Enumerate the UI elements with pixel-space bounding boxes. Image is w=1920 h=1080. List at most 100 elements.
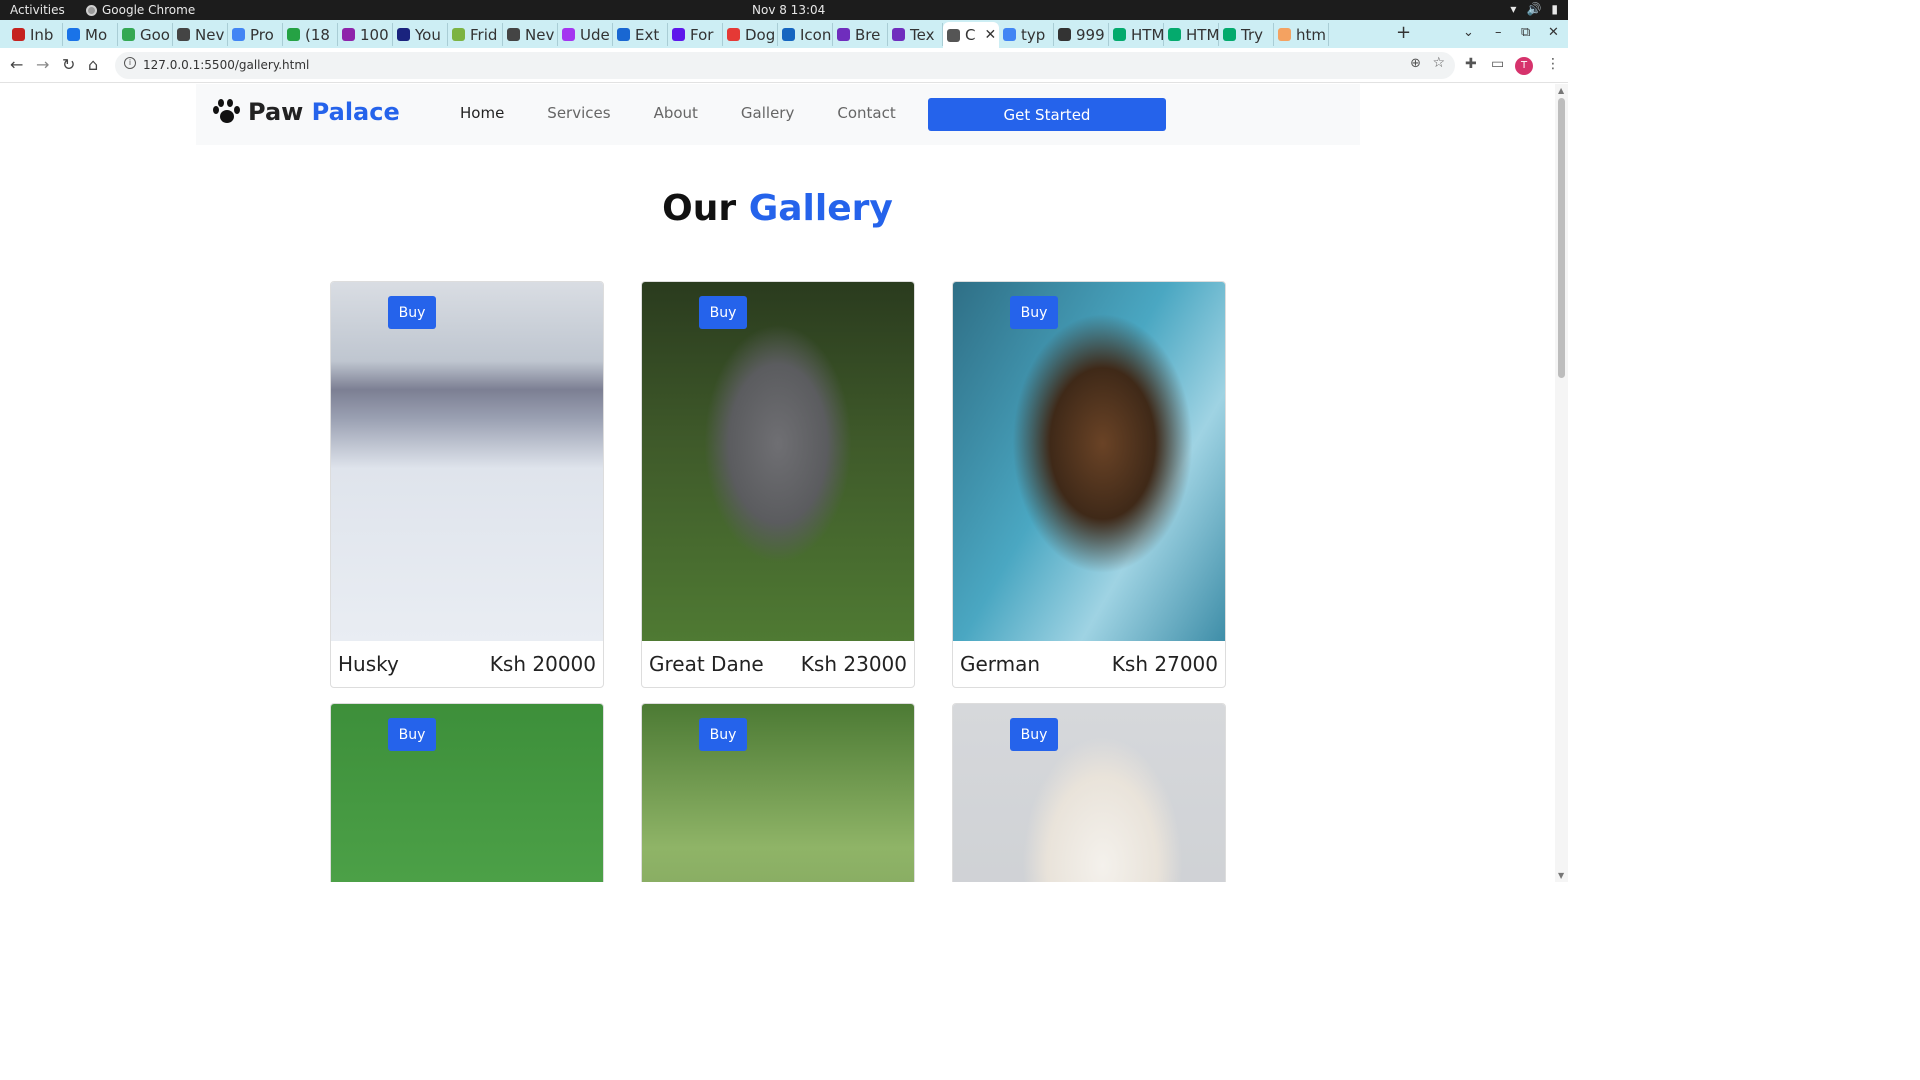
tab-favicon-icon: [782, 28, 795, 41]
chrome-icon: [86, 4, 97, 16]
browser-tab[interactable]: typ: [999, 23, 1054, 46]
browser-tab[interactable]: Dog: [723, 23, 778, 46]
tab-title: Nev: [195, 25, 225, 44]
browser-tab[interactable]: Bre: [833, 23, 888, 46]
nav-link-about[interactable]: About: [654, 104, 698, 122]
browser-tab[interactable]: Nev: [503, 23, 558, 46]
site-info-icon[interactable]: i: [124, 57, 136, 69]
back-icon[interactable]: ←: [10, 55, 23, 74]
brand-logo[interactable]: Paw Palace: [213, 98, 400, 126]
tab-favicon-icon: [397, 28, 410, 41]
profile-avatar[interactable]: T: [1515, 57, 1533, 75]
scroll-down-icon[interactable]: ▼: [1558, 871, 1564, 880]
tab-favicon-icon: [12, 28, 25, 41]
page-scrollbar[interactable]: ▲ ▼: [1555, 84, 1568, 882]
husky-photo-2: [642, 704, 914, 882]
os-top-bar: Activities Google Chrome Nov 8 13:04 ▾ 🔊…: [0, 0, 1568, 20]
tab-favicon-icon: [727, 28, 740, 41]
zoom-icon[interactable]: ⊕: [1410, 56, 1421, 71]
activities-button[interactable]: Activities: [10, 3, 65, 17]
tab-title: 100: [360, 25, 389, 44]
close-window-button[interactable]: ✕: [1548, 25, 1559, 40]
tab-title: Ude: [580, 25, 610, 44]
browser-tab[interactable]: Ude: [558, 23, 613, 46]
reload-icon[interactable]: ↻: [62, 55, 75, 74]
browser-tab[interactable]: Nev: [173, 23, 228, 46]
browser-tab[interactable]: You: [393, 23, 448, 46]
tab-favicon-icon: [672, 28, 685, 41]
clock[interactable]: Nov 8 13:04: [752, 3, 825, 17]
browser-tab[interactable]: Mo: [63, 23, 118, 46]
browser-tab[interactable]: For: [668, 23, 723, 46]
app-menu[interactable]: Google Chrome: [86, 3, 195, 17]
browser-tab[interactable]: 999: [1054, 23, 1109, 46]
nav-link-gallery[interactable]: Gallery: [741, 104, 794, 122]
tab-favicon-icon: [947, 28, 960, 42]
tab-close-icon[interactable]: ✕: [984, 27, 996, 43]
extensions-icon[interactable]: ✚: [1465, 56, 1477, 72]
tab-search-icon[interactable]: ⌄: [1463, 25, 1474, 40]
browser-tab[interactable]: Ext: [613, 23, 668, 46]
app-name: Google Chrome: [102, 3, 196, 17]
tab-title: Inb: [30, 25, 54, 44]
browser-tab[interactable]: htm: [1274, 23, 1329, 46]
card-footer: German Ksh 27000: [953, 641, 1225, 687]
restore-button[interactable]: ⧉: [1521, 25, 1530, 40]
tab-title: Pro: [250, 25, 274, 44]
minimize-button[interactable]: –: [1495, 25, 1502, 40]
page-title: Our Gallery: [0, 188, 1555, 229]
nav-link-services[interactable]: Services: [547, 104, 610, 122]
browser-tab[interactable]: HTM: [1164, 23, 1219, 46]
nav-links: Home Services About Gallery Contact: [460, 104, 939, 122]
address-bar[interactable]: i 127.0.0.1:5500/gallery.html ⊕ ☆: [115, 52, 1455, 79]
gallery-card-husky-2: Buy: [641, 703, 915, 882]
buy-button[interactable]: Buy: [1010, 718, 1058, 751]
tab-favicon-icon: [452, 28, 465, 41]
new-tab-button[interactable]: +: [1396, 22, 1411, 43]
tab-favicon-icon: [232, 28, 245, 41]
browser-tab[interactable]: Frid: [448, 23, 503, 46]
nav-link-home[interactable]: Home: [460, 104, 504, 122]
buy-button[interactable]: Buy: [699, 718, 747, 751]
tab-title: C: [965, 26, 976, 44]
home-icon[interactable]: ⌂: [88, 55, 98, 74]
tab-favicon-icon: [507, 28, 520, 41]
tab-favicon-icon: [837, 28, 850, 41]
tab-title: htm: [1296, 25, 1326, 44]
gallery-card-bulldog: Buy: [330, 703, 604, 882]
menu-kebab-icon[interactable]: ⋮: [1546, 56, 1560, 72]
dog-price: Ksh 27000: [1111, 652, 1218, 676]
site-navbar: Paw Palace Home Services About Gallery C…: [196, 84, 1360, 145]
get-started-button[interactable]: Get Started: [928, 98, 1166, 131]
forward-icon[interactable]: →: [36, 55, 49, 74]
great-dane-photo: [642, 282, 914, 641]
browser-tab[interactable]: Icon: [778, 23, 833, 46]
url-text[interactable]: 127.0.0.1:5500/gallery.html: [143, 58, 309, 72]
cast-icon[interactable]: ▭: [1491, 56, 1504, 72]
browser-tab[interactable]: Goo: [118, 23, 173, 46]
browser-tab[interactable]: (18: [283, 23, 338, 46]
browser-tab[interactable]: C ✕: [943, 22, 999, 48]
scrollbar-thumb[interactable]: [1558, 98, 1565, 378]
nav-link-contact[interactable]: Contact: [837, 104, 895, 122]
browser-toolbar: ← → ↻ ⌂ i 127.0.0.1:5500/gallery.html ⊕ …: [0, 48, 1568, 83]
buy-button[interactable]: Buy: [388, 296, 436, 329]
tab-title: Ext: [635, 25, 660, 44]
tab-favicon-icon: [342, 28, 355, 41]
buy-button[interactable]: Buy: [1010, 296, 1058, 329]
tab-favicon-icon: [67, 28, 80, 41]
browser-tab[interactable]: Inb: [8, 23, 63, 46]
system-tray[interactable]: ▾ 🔊 ▮: [1510, 2, 1558, 16]
browser-tab[interactable]: Pro: [228, 23, 283, 46]
browser-tab[interactable]: Tex: [888, 23, 943, 46]
buy-button[interactable]: Buy: [388, 718, 436, 751]
browser-tab[interactable]: HTM: [1109, 23, 1164, 46]
browser-tab[interactable]: Try: [1219, 23, 1274, 46]
buy-button[interactable]: Buy: [699, 296, 747, 329]
browser-tab[interactable]: 100: [338, 23, 393, 46]
dog-price: Ksh 20000: [489, 652, 596, 676]
tab-title: Try: [1241, 25, 1264, 44]
scroll-up-icon[interactable]: ▲: [1558, 86, 1564, 95]
husky-photo: [331, 282, 603, 641]
bookmark-star-icon[interactable]: ☆: [1432, 55, 1445, 71]
